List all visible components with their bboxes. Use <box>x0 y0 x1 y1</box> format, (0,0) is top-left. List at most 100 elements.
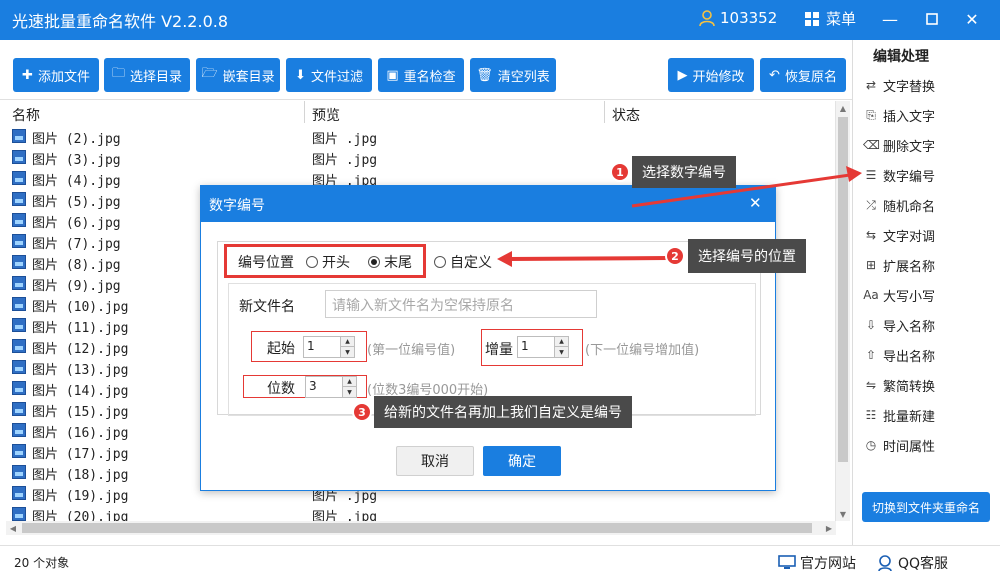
status-bar: 20 个对象 官方网站 QQ客服 <box>0 545 1000 580</box>
panel-item-label: 繁简转换 <box>883 379 936 395</box>
start-modify-button[interactable]: ▶ 开始修改 <box>668 58 754 92</box>
callout-3-text: 给新的文件名再加上我们自定义是编号 <box>384 405 622 421</box>
file-name: 图片 (7).jpg <box>32 237 121 252</box>
stepper-down-icon[interactable]: ▼ <box>341 347 354 357</box>
radio-custom-circle[interactable] <box>434 256 446 268</box>
scroll-down-icon[interactable]: ▼ <box>836 507 850 521</box>
image-file-icon <box>12 465 26 479</box>
step-badge-1: 1 <box>610 162 630 182</box>
image-file-icon <box>12 276 26 290</box>
scroll-up-icon[interactable]: ▲ <box>836 101 850 115</box>
panel-item-9[interactable]: ⇧ 导出名称 <box>863 343 935 367</box>
increment-stepper[interactable]: 1 ▲ ▼ <box>517 336 569 358</box>
file-name: 图片 (14).jpg <box>32 384 129 399</box>
menu-button[interactable]: 菜单 <box>804 8 856 29</box>
file-name: 图片 (4).jpg <box>32 174 121 189</box>
panel-item-1[interactable]: ⎘ 插入文字 <box>863 103 935 127</box>
column-divider[interactable] <box>604 101 605 123</box>
table-row[interactable]: 图片 (20).jpg 图片 .jpg <box>6 504 835 521</box>
cancel-button[interactable]: 取消 <box>396 446 474 476</box>
app-window: 光速批量重命名软件 V2.2.0.8 103352 菜单 — ✕ ✚ 添加文件 🗀… <box>0 0 1000 580</box>
new-name-input[interactable]: 请输入新文件名为空保持原名 <box>325 290 597 318</box>
start-hint: (第一位编号值) <box>367 343 456 358</box>
rename-check-label: 重名检查 <box>403 69 456 85</box>
vertical-scrollbar[interactable]: ▲ ▼ <box>836 101 850 521</box>
table-row[interactable]: 图片 (2).jpg 图片 .jpg <box>6 126 835 147</box>
stepper-down-icon[interactable]: ▼ <box>555 347 568 357</box>
panel-item-11[interactable]: ☷ 批量新建 <box>863 403 935 427</box>
panel-item-0[interactable]: ⇄ 文字替换 <box>863 73 935 97</box>
panel-item-2[interactable]: ⌫ 删除文字 <box>863 133 935 157</box>
radio-custom[interactable]: 自定义 <box>434 252 492 272</box>
maximize-button[interactable] <box>920 7 944 31</box>
scroll-left-icon[interactable]: ◀ <box>6 521 20 535</box>
callout-2-text: 选择编号的位置 <box>698 249 796 265</box>
confirm-button[interactable]: 确定 <box>483 446 561 476</box>
panel-item-5[interactable]: ⇆ 文字对调 <box>863 223 935 247</box>
stepper-up-icon[interactable]: ▲ <box>343 377 356 387</box>
restore-name-label: 恢复原名 <box>784 69 837 85</box>
minimize-icon: — <box>882 9 898 29</box>
digits-stepper[interactable]: 3 ▲ ▼ <box>305 376 357 398</box>
horizontal-scrollbar[interactable]: ◀ ▶ <box>6 521 836 535</box>
case-icon: Aa <box>863 288 879 302</box>
import-icon: ⇩ <box>865 318 877 332</box>
dialog-close-icon[interactable]: ✕ <box>749 194 762 212</box>
switch-folder-rename-button[interactable]: 切换到文件夹重命名 <box>862 492 990 522</box>
select-dir-button[interactable]: 🗀 选择目录 <box>104 58 190 92</box>
panel-item-label: 删除文字 <box>883 139 936 155</box>
check-doc-icon: ▣ <box>386 67 399 83</box>
file-name: 图片 (10).jpg <box>32 300 129 315</box>
numbering-icon: ☰ <box>865 168 877 182</box>
stepper-up-icon[interactable]: ▲ <box>341 337 354 347</box>
stepper-up-icon[interactable]: ▲ <box>555 337 568 347</box>
scrollbar-thumb[interactable] <box>838 117 848 462</box>
qq-support-link[interactable]: QQ客服 <box>876 553 948 573</box>
panel-item-7[interactable]: Aa 大写小写 <box>863 283 935 307</box>
file-name: 图片 (5).jpg <box>32 195 121 210</box>
image-file-icon <box>12 150 26 164</box>
swap-icon: ⇆ <box>865 228 877 242</box>
radio-start-circle[interactable] <box>306 256 318 268</box>
panel-item-12[interactable]: ◷ 时间属性 <box>863 433 935 457</box>
scroll-right-icon[interactable]: ▶ <box>822 521 836 535</box>
panel-item-8[interactable]: ⇩ 导入名称 <box>863 313 935 337</box>
minimize-button[interactable]: — <box>878 7 902 31</box>
new-name-label: 新文件名 <box>239 299 295 315</box>
clear-list-label: 清空列表 <box>497 69 550 85</box>
column-divider[interactable] <box>304 101 305 123</box>
user-account[interactable]: 103352 <box>698 9 777 27</box>
file-filter-button[interactable]: ⬇ 文件过滤 <box>286 58 372 92</box>
numbering-dialog: 数字编号 ✕ 编号位置 开头 末尾 自定义 新文件名 请输入新文件名为空保持原名… <box>200 185 776 491</box>
stepper-down-icon[interactable]: ▼ <box>343 387 356 397</box>
panel-item-label: 大写小写 <box>883 289 936 305</box>
radio-end-circle[interactable] <box>368 256 380 268</box>
step-badge-3: 3 <box>352 402 372 422</box>
start-stepper[interactable]: 1 ▲ ▼ <box>303 336 355 358</box>
step-badge-2: 2 <box>665 246 685 266</box>
panel-title: 编辑处理 <box>873 49 929 65</box>
official-website-link[interactable]: 官方网站 <box>778 553 856 573</box>
file-name: 图片 (15).jpg <box>32 405 129 420</box>
header-status[interactable]: 状态 <box>612 105 640 125</box>
radio-end[interactable]: 末尾 <box>368 252 412 272</box>
website-label: 官方网站 <box>800 556 856 572</box>
scrollbar-thumb[interactable] <box>22 523 812 533</box>
panel-item-10[interactable]: ⇋ 繁简转换 <box>863 373 935 397</box>
header-name[interactable]: 名称 <box>12 105 40 125</box>
callout-1: 选择数字编号 <box>632 156 736 188</box>
close-button[interactable]: ✕ <box>960 7 984 31</box>
panel-item-3[interactable]: ☰ 数字编号 <box>863 163 935 187</box>
panel-item-6[interactable]: ⊞ 扩展名称 <box>863 253 935 277</box>
panel-item-4[interactable]: ⤮ 随机命名 <box>863 193 935 217</box>
add-file-button[interactable]: ✚ 添加文件 <box>13 58 99 92</box>
image-file-icon <box>12 360 26 374</box>
image-file-icon <box>12 507 26 521</box>
header-preview[interactable]: 预览 <box>312 105 340 125</box>
rename-check-button[interactable]: ▣ 重名检查 <box>378 58 464 92</box>
increment-hint: (下一位编号增加值) <box>585 343 700 358</box>
clear-list-button[interactable]: 🗑 清空列表 <box>470 58 556 92</box>
nested-dir-button[interactable]: 🗁 嵌套目录 <box>196 58 280 92</box>
restore-name-button[interactable]: ↶ 恢复原名 <box>760 58 846 92</box>
radio-start[interactable]: 开头 <box>306 252 350 272</box>
